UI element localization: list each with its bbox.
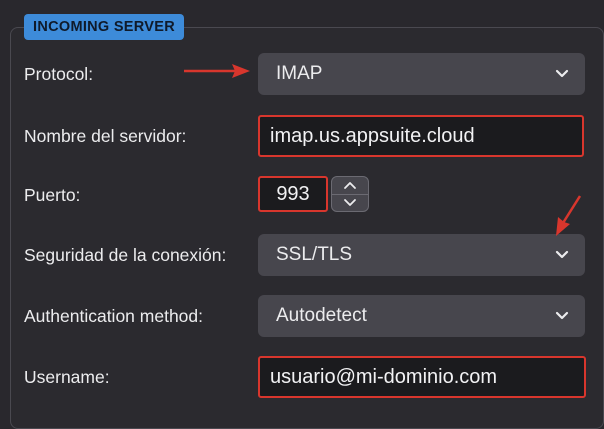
port-input[interactable]: 993: [258, 176, 328, 212]
chevron-down-icon: [555, 69, 569, 78]
chevron-down-icon: [344, 199, 356, 206]
port-label: Puerto:: [24, 185, 81, 205]
auth-method-label: Authentication method:: [24, 306, 204, 326]
auth-method-value: Autodetect: [276, 305, 367, 326]
chevron-down-icon: [555, 250, 569, 259]
protocol-select[interactable]: IMAP: [258, 53, 585, 95]
connection-security-value: SSL/TLS: [276, 244, 353, 265]
username-input[interactable]: usuario@mi-dominio.com: [258, 356, 586, 398]
protocol-value: IMAP: [276, 63, 323, 84]
protocol-label: Protocol:: [24, 64, 94, 84]
port-decrement-button[interactable]: [332, 194, 368, 211]
connection-security-label: Seguridad de la conexión:: [24, 245, 227, 265]
server-name-label: Nombre del servidor:: [24, 126, 187, 146]
auth-method-select[interactable]: Autodetect: [258, 295, 585, 337]
chevron-down-icon: [555, 311, 569, 320]
chevron-up-icon: [344, 182, 356, 189]
port-stepper[interactable]: [331, 176, 369, 212]
username-label: Username:: [24, 367, 110, 387]
connection-security-select[interactable]: SSL/TLS: [258, 234, 585, 276]
section-title-badge: INCOMING SERVER: [24, 14, 185, 40]
server-name-input[interactable]: imap.us.appsuite.cloud: [258, 115, 584, 157]
port-increment-button[interactable]: [332, 177, 368, 195]
